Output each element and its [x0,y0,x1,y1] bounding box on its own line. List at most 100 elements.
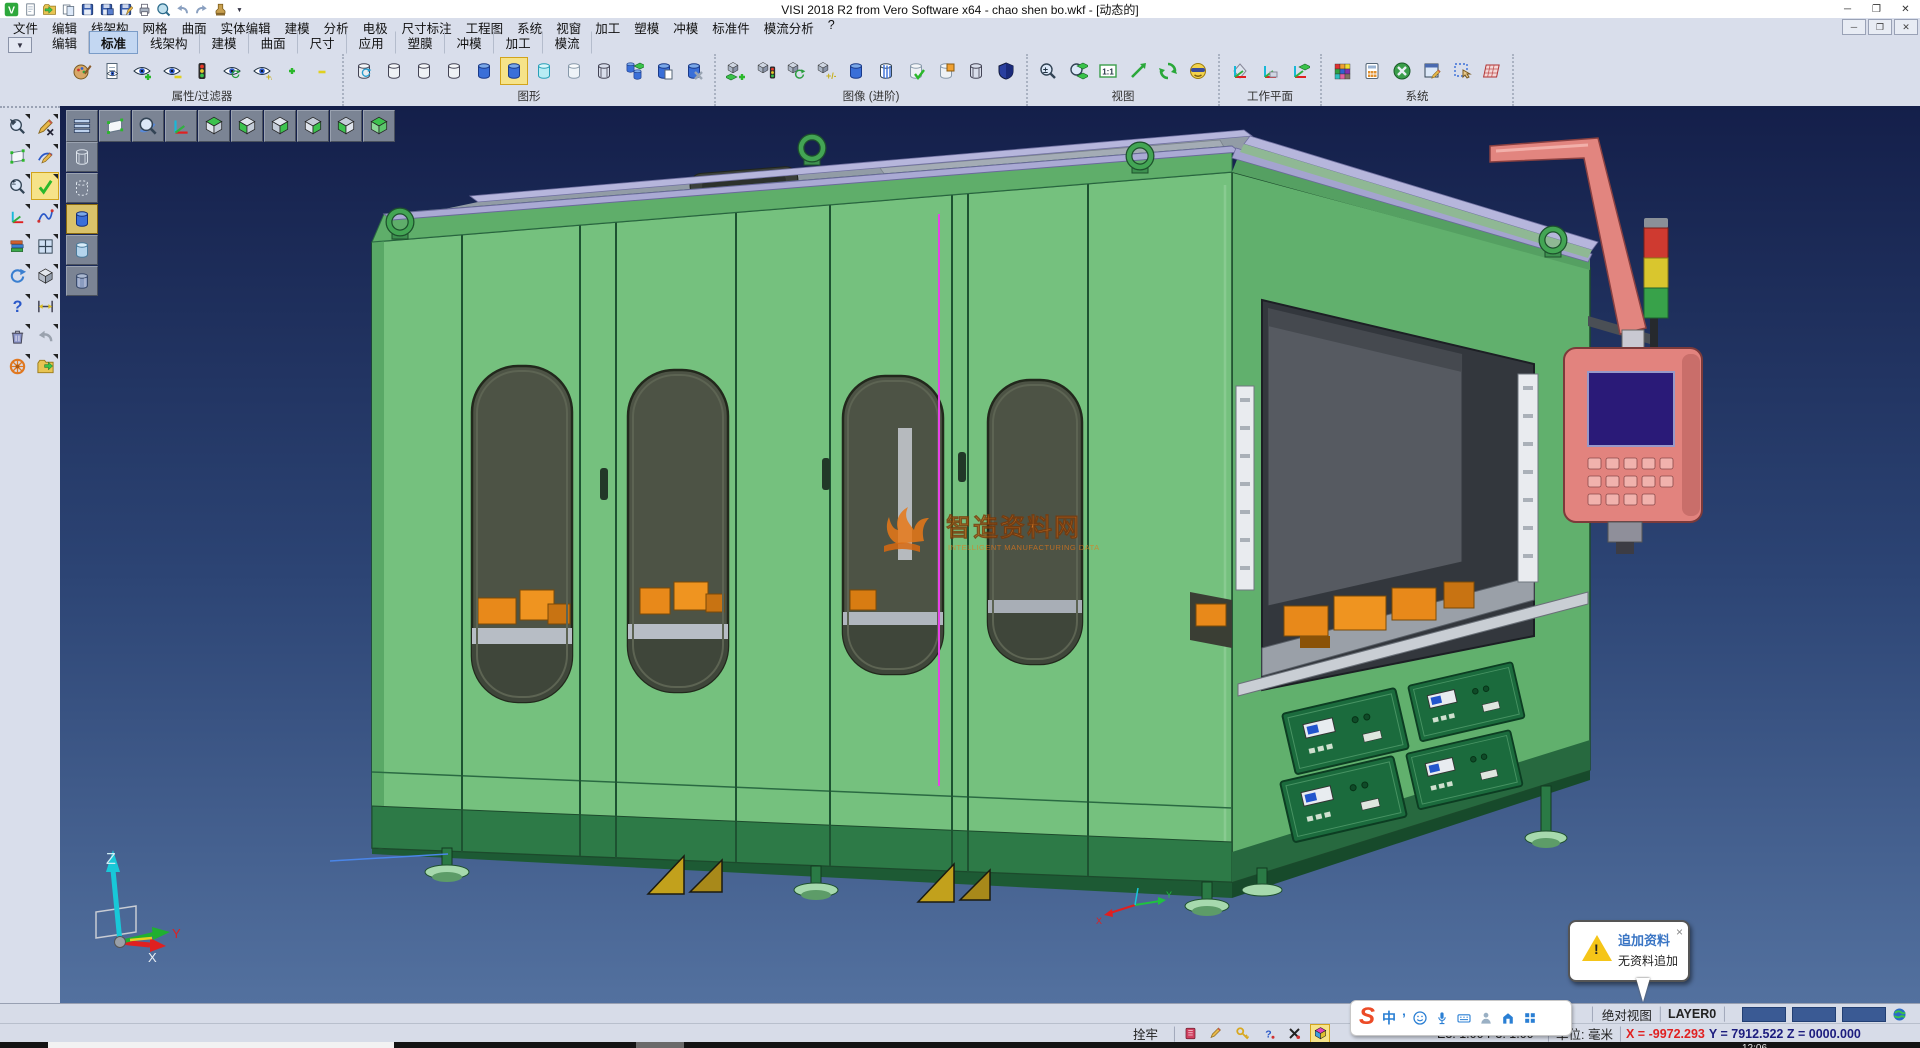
eye-minus-icon[interactable] [158,57,186,85]
open-copy-icon[interactable] [60,1,76,17]
menu-?[interactable]: ? [821,18,842,37]
sketch-pencil-icon[interactable] [31,142,59,170]
maximize-button[interactable]: ❐ [1862,0,1891,18]
select-hand-icon[interactable] [1448,57,1476,85]
grid-red-icon[interactable] [1478,57,1506,85]
ucs-axes-icon[interactable] [3,202,31,230]
cyl-wire2-icon[interactable] [962,57,990,85]
cyl-page-icon[interactable] [650,57,678,85]
cyl-hidden-mode-button[interactable] [66,173,98,203]
tab-尺寸[interactable]: 尺寸 [298,31,347,54]
taskbar-window-item[interactable] [48,1042,394,1048]
notification-close-icon[interactable]: × [1676,925,1683,939]
dropdown-icon[interactable]: ▼ [231,1,247,17]
cubes-plusminus-icon[interactable]: +/- [812,57,840,85]
eye-plus-icon[interactable] [128,57,156,85]
menu-模流分析[interactable]: 模流分析 [757,18,821,37]
ucs-triad-button[interactable] [165,110,197,142]
visi-logo-icon[interactable]: V [3,1,19,17]
tab-塑膜[interactable]: 塑膜 [396,31,445,54]
color-grid-icon[interactable] [1328,57,1356,85]
cyl-cyan-icon[interactable] [530,57,558,85]
plane-handles-icon[interactable] [3,142,31,170]
status-blue-button-2[interactable] [1792,1007,1836,1022]
mdi-close-button[interactable]: ✕ [1894,19,1918,35]
layer-indicator[interactable]: LAYER0 [1668,1004,1716,1024]
cyl-blue-icon[interactable] [470,57,498,85]
ime-wardrobe-icon[interactable] [1497,1010,1519,1026]
ime-person-icon[interactable] [1475,1010,1497,1026]
cyl-pale-icon[interactable] [560,57,588,85]
menu-bars-button[interactable] [66,110,98,142]
cubes-refresh-icon[interactable] [782,57,810,85]
cyl-ghost-mode-button[interactable] [66,266,98,296]
cyl-wire-icon[interactable] [590,57,618,85]
tab-应用[interactable]: 应用 [347,31,396,54]
tab-模流[interactable]: 模流 [543,31,592,54]
save-as-icon[interactable] [117,1,133,17]
sogou-logo-icon[interactable]: S [1355,1003,1379,1033]
ime-mic-icon[interactable] [1431,1010,1453,1026]
palette-brush-icon[interactable] [68,57,96,85]
calculator-icon[interactable] [1358,57,1386,85]
cubes-eye-icon[interactable] [722,57,750,85]
save-all-icon[interactable] [98,1,114,17]
plus-green-icon[interactable] [278,57,306,85]
open-folder-icon[interactable] [41,1,57,17]
select-zoom-icon[interactable] [3,112,31,140]
key-icon[interactable] [1232,1024,1252,1044]
redo-icon[interactable] [193,1,209,17]
refresh-blue-icon[interactable] [3,262,31,290]
tab-编辑[interactable]: 编辑 [40,31,89,54]
tab-标准[interactable]: 标准 [89,31,138,54]
undo-gray-icon[interactable] [31,322,59,350]
cube-front-button[interactable] [231,110,263,142]
cyl-pair-icon[interactable] [620,57,648,85]
preview-icon[interactable] [155,1,171,17]
traffic-light-icon[interactable] [188,57,216,85]
ime-lang-toggle[interactable]: 中 [1379,1008,1399,1028]
tab-线架构[interactable]: 线架构 [138,31,200,54]
ucs-plane-icon[interactable] [1256,57,1284,85]
confirm-check-icon[interactable] [31,172,59,200]
cyl-check-icon[interactable] [902,57,930,85]
ime-smiley-icon[interactable] [1409,1010,1431,1026]
zoom-extents-icon[interactable] [1064,57,1092,85]
workplane-button[interactable] [99,110,131,142]
mdi-restore-button[interactable]: ❐ [1868,19,1892,35]
cube-left-button[interactable] [330,110,362,142]
undo-icon[interactable] [174,1,190,17]
print-icon[interactable] [136,1,152,17]
cyl-outline3-icon[interactable] [440,57,468,85]
cube-right-button[interactable] [264,110,296,142]
ime-grid-icon[interactable] [1519,1010,1541,1026]
ime-toolbar[interactable]: S 中 ’ [1350,1000,1572,1036]
help-question-icon[interactable]: ? [3,292,31,320]
cube-top-button[interactable] [198,110,230,142]
arrow-diagonal-icon[interactable] [1124,57,1152,85]
wheel-icon[interactable] [3,352,31,380]
taskbar-item[interactable] [636,1042,684,1048]
measure-icon[interactable] [31,292,59,320]
eye-refresh-icon[interactable] [218,57,246,85]
help-small-icon[interactable]: ? [1258,1024,1278,1044]
3d-viewport[interactable]: Z X Y X Y 智造资料网 INTELLIGENT MANUFACTURIN… [60,106,1920,1003]
menu-加工[interactable]: 加工 [588,18,627,37]
cyl-refresh-icon[interactable] [350,57,378,85]
zoom-plusminus-icon[interactable]: ± [1034,57,1062,85]
zoom-fit-button[interactable] [132,110,164,142]
shield-icon[interactable] [992,57,1020,85]
status-blue-button-1[interactable] [1742,1007,1786,1022]
minus-yellow-icon[interactable] [308,57,336,85]
tab-dropdown-button[interactable]: ▼ [8,37,32,53]
tab-冲模[interactable]: 冲模 [445,31,494,54]
tab-建模[interactable]: 建模 [200,31,249,54]
cube-back-button[interactable] [297,110,329,142]
cyl-outline2-icon[interactable] [410,57,438,85]
zoom-pm-icon[interactable]: ± [3,172,31,200]
cyl-tag-icon[interactable] [932,57,960,85]
ucs-dynamic-icon[interactable] [1286,57,1314,85]
cube-gray-icon[interactable] [31,262,59,290]
layer-books-icon[interactable] [3,232,31,260]
ucs-compass-icon[interactable] [1226,57,1254,85]
